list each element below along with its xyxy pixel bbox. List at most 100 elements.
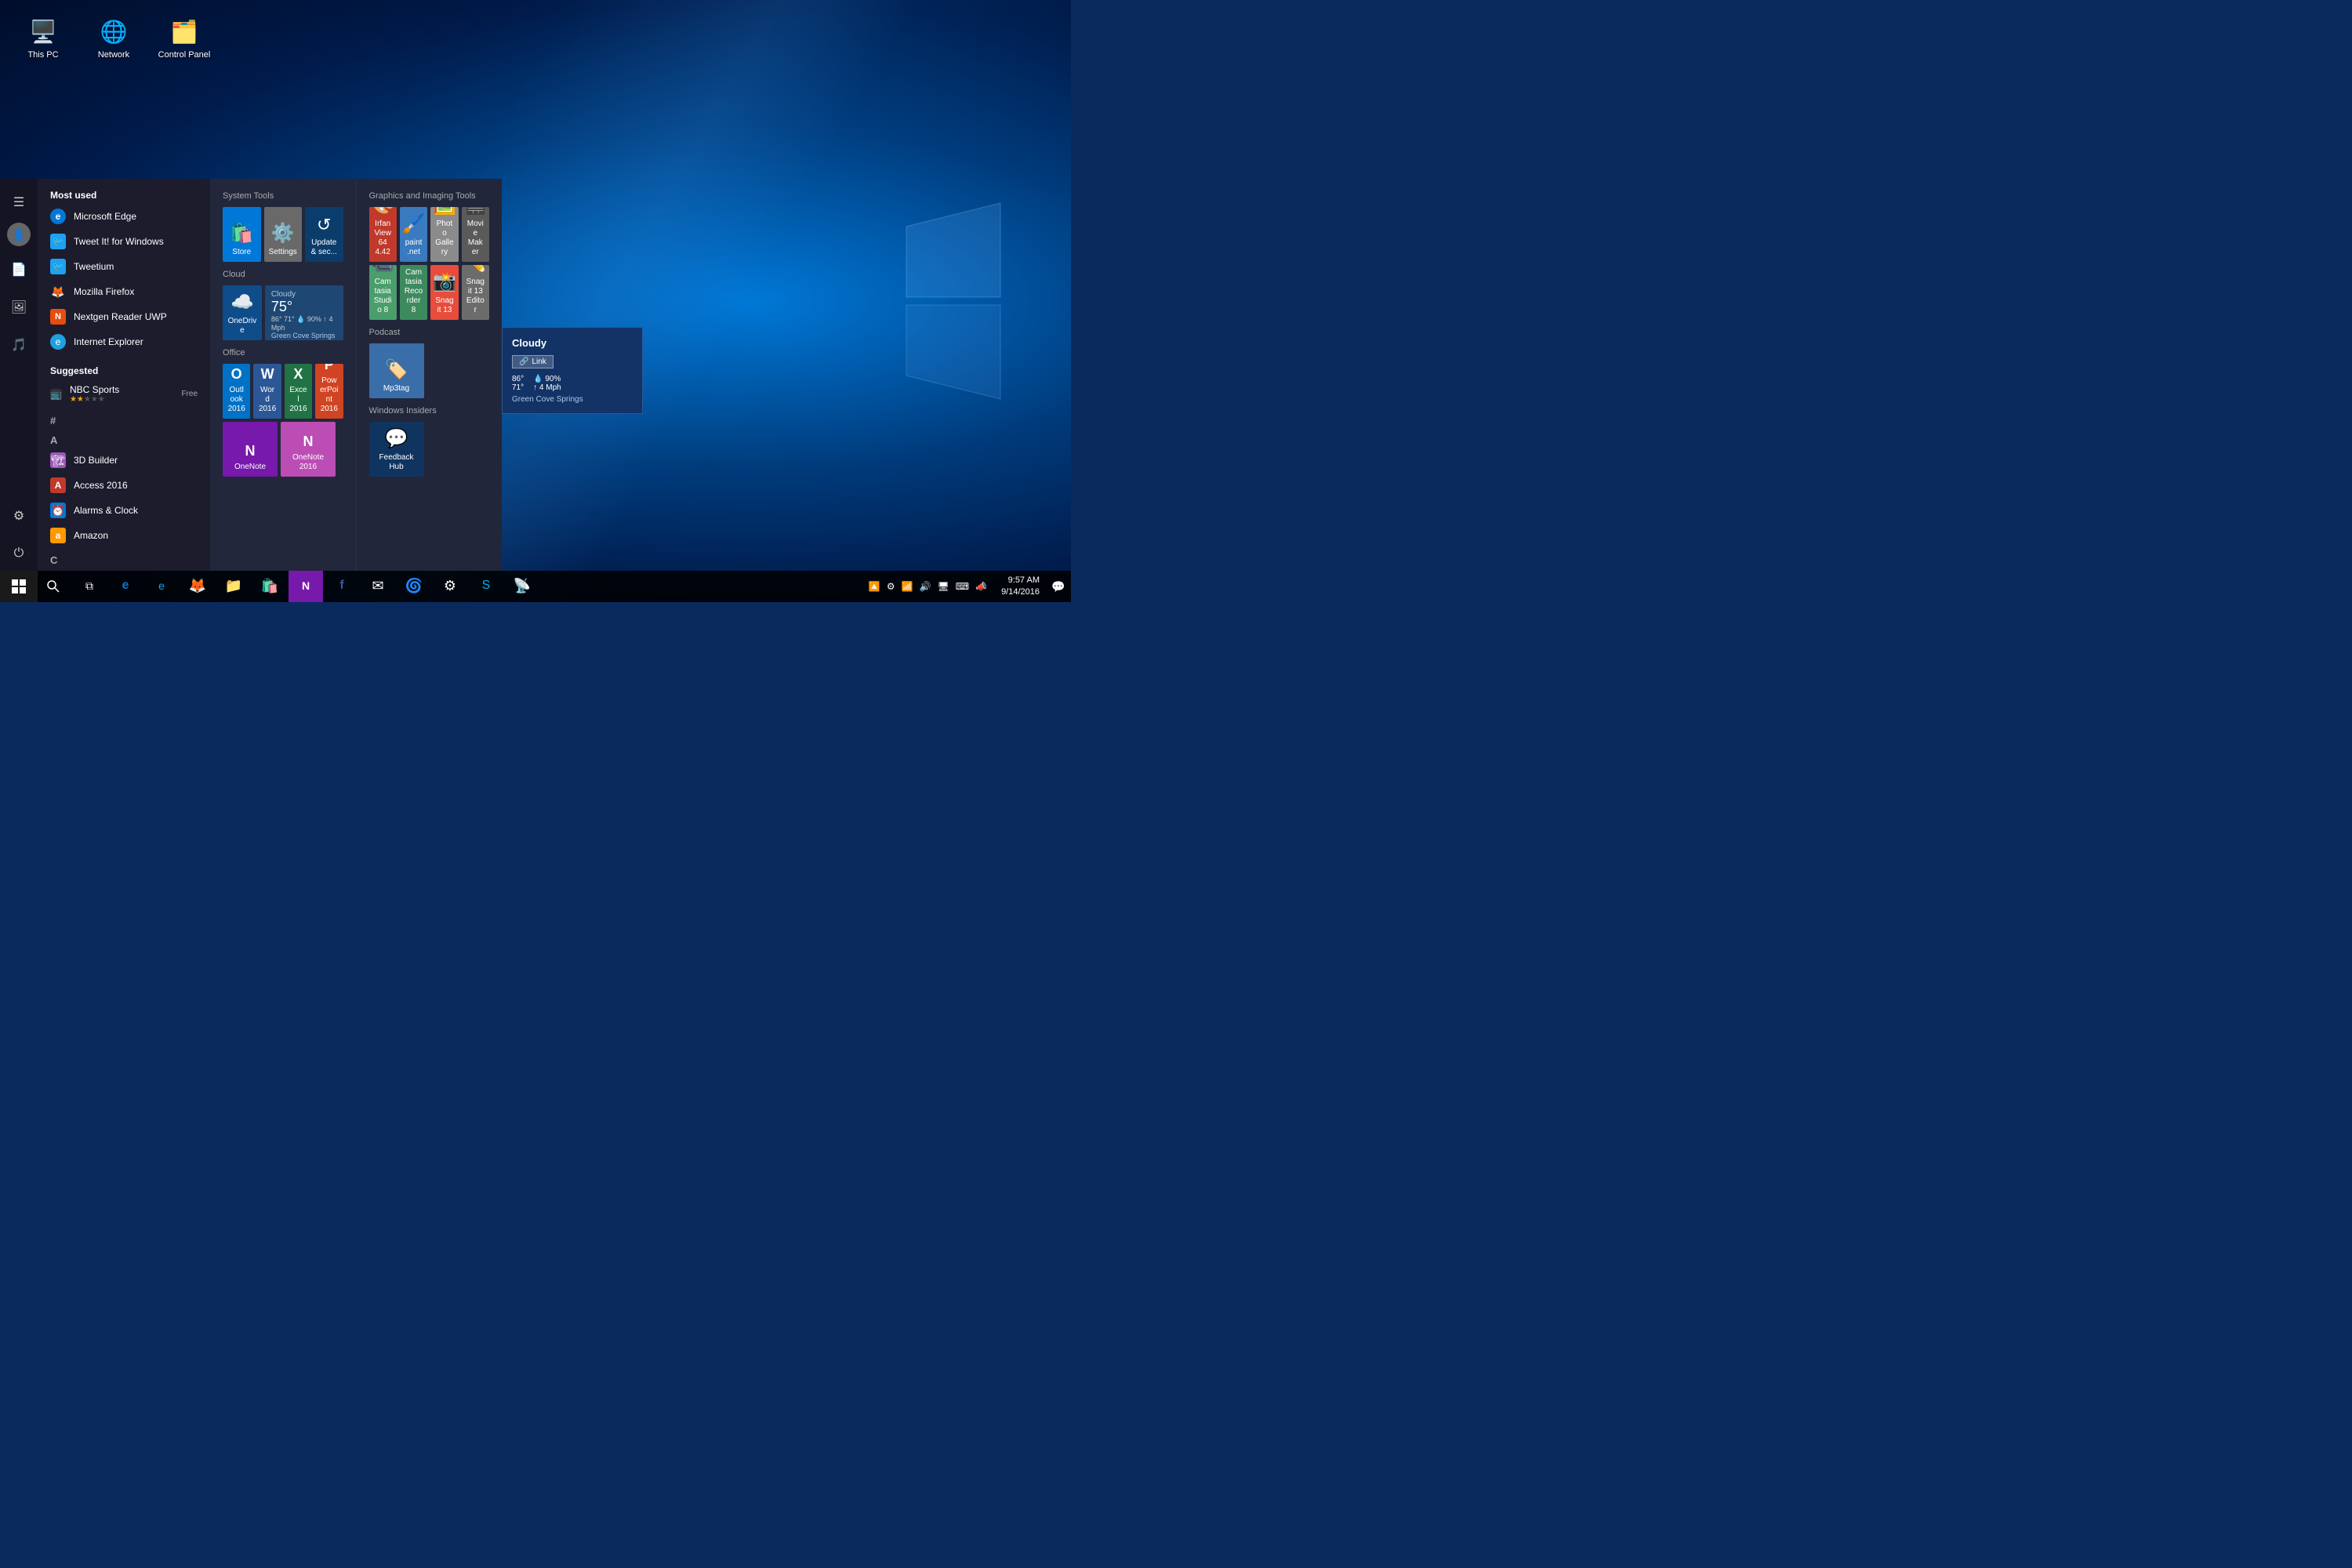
- taskbar-firefox[interactable]: 🦊: [180, 571, 215, 602]
- snagit-tile-label: Snagit 13: [435, 296, 453, 315]
- weather-widget-tile[interactable]: Cloudy 75° 86° 71° 💧 90% ↑ 4 Mph Green C…: [265, 285, 343, 340]
- taskbar-settings-icon[interactable]: ⚙: [885, 579, 897, 593]
- documents-icon[interactable]: 📄: [2, 252, 36, 287]
- taskbar-facebook[interactable]: f: [325, 571, 359, 602]
- start-button[interactable]: [0, 571, 38, 602]
- taskbar-edge[interactable]: e: [108, 571, 143, 602]
- tile-camtasiarec[interactable]: ⏺️ Camtasia Recorder 8: [400, 265, 427, 320]
- search-button[interactable]: [38, 571, 69, 602]
- snagiteditor-tile-label: Snagit 13 Editor: [466, 278, 485, 315]
- system-tools-row: 🛍️ Store ⚙️ Settings ↺ Update & sec...: [223, 207, 343, 262]
- app-access[interactable]: A Access 2016: [38, 473, 210, 498]
- 3dbuilder-label: 3D Builder: [74, 455, 118, 466]
- taskbar-mail[interactable]: ✉: [361, 571, 395, 602]
- weather-popup: Cloudy 🔗 Link 86° 71° 💧 90% ↑ 4 Mph Gree…: [502, 327, 643, 414]
- insiders-row: 💬 Feedback Hub: [369, 422, 490, 477]
- tile-settings[interactable]: ⚙️ Settings: [264, 207, 303, 262]
- app-firefox[interactable]: 🦊 Mozilla Firefox: [38, 279, 210, 304]
- tile-snagiteditor[interactable]: ✏️ Snagit 13 Editor: [462, 265, 489, 320]
- tile-feedbackhub[interactable]: 💬 Feedback Hub: [369, 422, 424, 477]
- taskbar-language-icon[interactable]: 📣: [974, 579, 989, 593]
- hamburger-menu-button[interactable]: ☰: [2, 185, 36, 220]
- app-nbc[interactable]: 📺 NBC Sports ★★★★★ Free: [38, 379, 210, 408]
- weather-status: Cloudy: [271, 290, 337, 299]
- desktop-icon-thispc[interactable]: 🖥️ This PC: [16, 16, 71, 60]
- tile-mp3tag[interactable]: 🏷️ Mp3tag: [369, 343, 424, 398]
- graphics-row2: 📹 Camtasia Studio 8 ⏺️ Camtasia Recorder…: [369, 265, 490, 320]
- nbc-icon: 📺: [50, 389, 62, 400]
- tile-camtasia8[interactable]: 📹 Camtasia Studio 8: [369, 265, 397, 320]
- taskbar-wifi-icon[interactable]: 📶: [900, 579, 915, 593]
- app-calculator[interactable]: 🔢 Calculator: [38, 568, 210, 571]
- app-tweetit[interactable]: 🐦 Tweet It! for Windows: [38, 229, 210, 254]
- app-amazon[interactable]: a Amazon: [38, 523, 210, 548]
- taskbar-ie[interactable]: e: [144, 571, 179, 602]
- app-tweetium[interactable]: 🐦 Tweetium: [38, 254, 210, 279]
- tile-onedrive[interactable]: ☁️ OneDrive: [223, 285, 262, 340]
- thispc-icon: 🖥️: [27, 16, 59, 47]
- tile-paintnet[interactable]: 🖌️ paint.net: [400, 207, 427, 262]
- tile-moviemaker[interactable]: 🎬 Movie Maker: [462, 207, 489, 262]
- user-avatar[interactable]: 👤: [7, 223, 31, 246]
- tile-update[interactable]: ↺ Update & sec...: [305, 207, 343, 262]
- irfan-tile-icon: 🎨: [371, 207, 394, 216]
- nbc-left: 📺 NBC Sports ★★★★★: [50, 384, 119, 404]
- graphics-row1: 🎨 IrfanView 64 4.42 🖌️ paint.net 🖼️ Phot…: [369, 207, 490, 262]
- taskbar-skype[interactable]: S: [469, 571, 503, 602]
- outlook-tile-icon: O: [231, 366, 242, 383]
- tile-word[interactable]: W Word 2016: [253, 364, 281, 419]
- app-nextgen[interactable]: N Nextgen Reader UWP: [38, 304, 210, 329]
- tile-powerpoint[interactable]: P PowerPoint 2016: [315, 364, 343, 419]
- app-alarms[interactable]: ⏰ Alarms & Clock: [38, 498, 210, 523]
- music-icon[interactable]: 🎵: [2, 328, 36, 362]
- tile-store[interactable]: 🛍️ Store: [223, 207, 261, 262]
- notification-center-button[interactable]: 💬: [1046, 571, 1071, 602]
- desktop: 🖥️ This PC 🌐 Network 🗂️ Control Panel ☰ …: [0, 0, 1071, 602]
- desktop-icon-network[interactable]: 🌐 Network: [86, 16, 141, 60]
- tile-irfan[interactable]: 🎨 IrfanView 64 4.42: [369, 207, 397, 262]
- nbc-stars: ★★★★★: [70, 395, 119, 404]
- tile-snagit[interactable]: 📸 Snagit 13: [430, 265, 458, 320]
- weather-popup-link-button[interactable]: 🔗 Link: [512, 355, 554, 368]
- start-app-list[interactable]: Most used e Microsoft Edge 🐦 Tweet It! f…: [38, 179, 210, 571]
- taskbar-unknown1[interactable]: 🌀: [397, 571, 431, 602]
- camtasiarec-tile-label: Camtasia Recorder 8: [405, 268, 423, 315]
- taskbar-keyboard-icon[interactable]: ⌨: [954, 579, 971, 593]
- taskbar-show-hidden[interactable]: 🔼: [867, 579, 882, 593]
- taskbar-fileexplorer[interactable]: 📁: [216, 571, 251, 602]
- suggested-header: Suggested: [38, 361, 210, 379]
- taskbar-unknown3[interactable]: 📡: [505, 571, 539, 602]
- tile-outlook[interactable]: O Outlook 2016: [223, 364, 250, 419]
- tile-onenote2016[interactable]: N OneNote 2016: [281, 422, 336, 477]
- nbc-badge: Free: [181, 390, 198, 398]
- power-icon[interactable]: ⏻: [2, 536, 36, 571]
- app-edge[interactable]: e Microsoft Edge: [38, 204, 210, 229]
- settings-icon[interactable]: ⚙: [2, 499, 36, 533]
- access-label: Access 2016: [74, 480, 128, 491]
- tile-excel[interactable]: X Excel 2016: [285, 364, 312, 419]
- tile-photogallery[interactable]: 🖼️ Photo Gallery: [430, 207, 458, 262]
- desktop-icon-controlpanel[interactable]: 🗂️ Control Panel: [157, 16, 212, 60]
- taskbar-display-icon[interactable]: 🖥: [936, 579, 951, 593]
- settings-tile-label: Settings: [269, 248, 298, 257]
- photos-icon[interactable]: 🖼: [2, 290, 36, 325]
- nextgen-icon: N: [50, 309, 66, 325]
- app-ie[interactable]: e Internet Explorer: [38, 329, 210, 354]
- alarms-label: Alarms & Clock: [74, 505, 138, 516]
- taskbar-unknown2[interactable]: ⚙: [433, 571, 467, 602]
- tweetium-label: Tweetium: [74, 261, 114, 272]
- weather-humidity: 90%: [307, 315, 321, 323]
- taskbar-clock[interactable]: 9:57 AM 9/14/2016: [995, 575, 1046, 599]
- taskbar-onenote-app[interactable]: N: [289, 571, 323, 602]
- nextgen-label: Nextgen Reader UWP: [74, 311, 167, 322]
- taskbar-store-app[interactable]: 🛍️: [252, 571, 287, 602]
- onedrive-tile-label: OneDrive: [227, 317, 257, 336]
- tweetit-icon: 🐦: [50, 234, 66, 249]
- taskbar-volume-icon[interactable]: 🔊: [918, 579, 933, 593]
- taskbar-taskview[interactable]: ⧉: [72, 571, 107, 602]
- clock-date: 9/14/2016: [1001, 586, 1040, 598]
- weather-detail: 86° 71° 💧 90% ↑ 4 Mph: [271, 315, 337, 332]
- tile-onenote[interactable]: N OneNote: [223, 422, 278, 477]
- app-3dbuilder[interactable]: 🏗 3D Builder: [38, 448, 210, 473]
- wp-high: 86°: [512, 375, 524, 383]
